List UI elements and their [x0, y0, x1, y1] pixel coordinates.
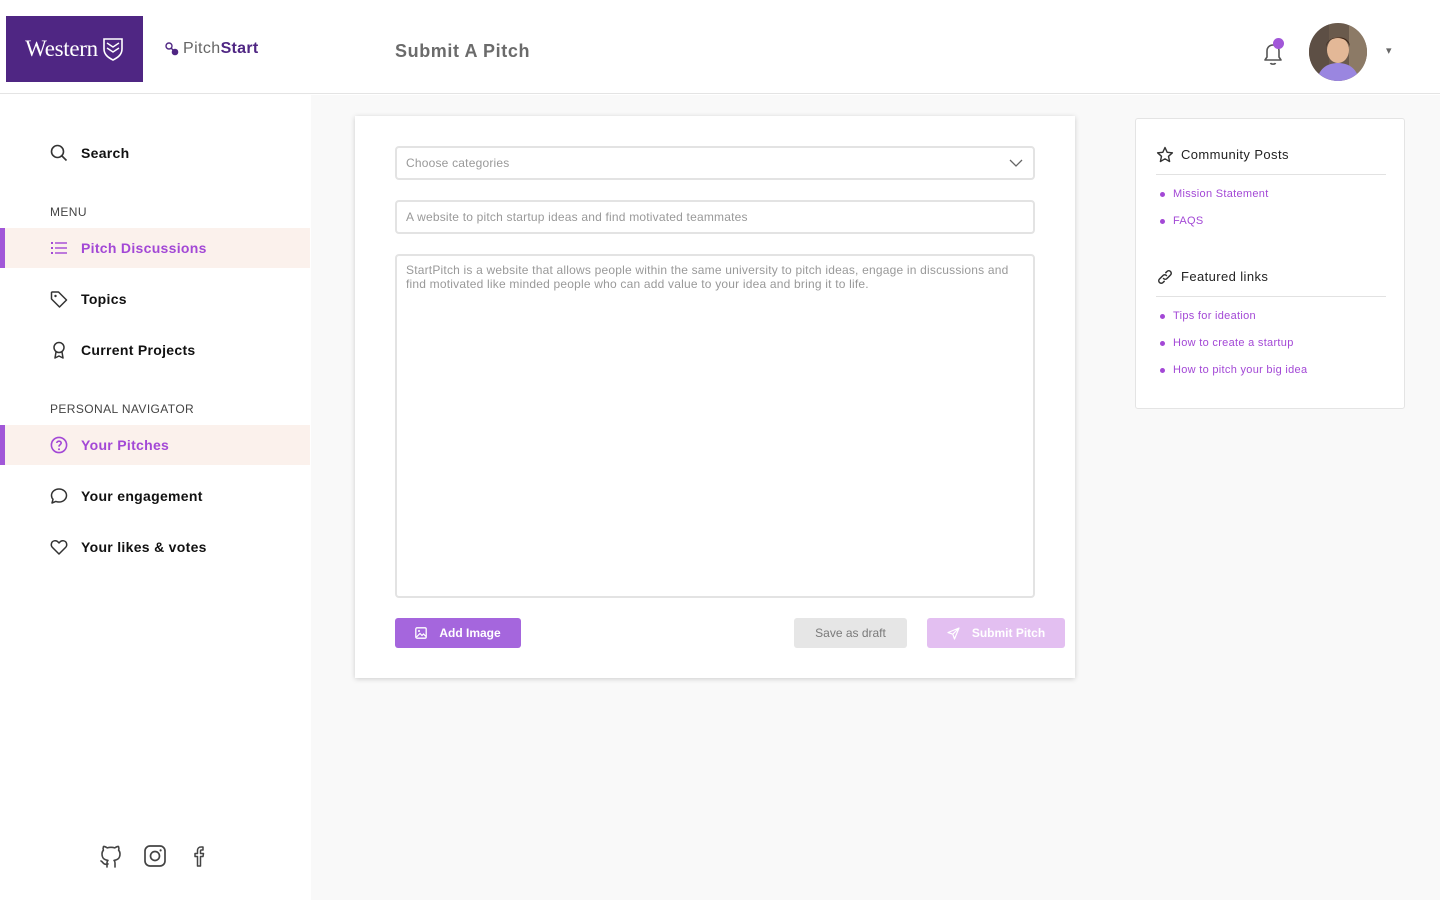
question-circle-icon [50, 436, 68, 454]
link-label: How to create a startup [1173, 337, 1294, 349]
facebook-link[interactable] [188, 844, 212, 870]
sidebar-item-label: Your engagement [81, 488, 203, 504]
featured-links-title: Featured links [1181, 269, 1269, 284]
award-icon [53, 341, 65, 359]
heart-icon [50, 539, 68, 555]
sidebar-item-current-projects[interactable]: Current Projects [0, 330, 310, 370]
submit-pitch-button[interactable]: Submit Pitch [927, 618, 1065, 648]
top-header: Western Pitch Start Submit A Pitch ▾ [0, 0, 1440, 94]
community-posts-heading: Community Posts [1156, 143, 1386, 175]
sidebar-item-your-pitches[interactable]: Your Pitches [0, 425, 310, 465]
tag-icon [50, 291, 68, 308]
community-link-mission-statement[interactable]: Mission Statement [1160, 188, 1269, 200]
link-label: Tips for ideation [1173, 310, 1256, 322]
personal-navigator-heading: PERSONAL NAVIGATOR [50, 402, 195, 416]
logo-wordmark: Western [25, 36, 98, 61]
user-photo [1309, 23, 1367, 81]
product-brand[interactable]: Pitch Start [165, 40, 259, 58]
brand-prefix: Pitch [183, 40, 221, 57]
menu-heading: MENU [50, 205, 87, 219]
category-select[interactable]: Choose categories [395, 146, 1035, 180]
western-logo[interactable]: Western [6, 16, 143, 82]
notification-badge [1273, 38, 1284, 49]
sidebar-item-your-likes-votes[interactable]: Your likes & votes [0, 527, 310, 567]
sidebar-item-topics[interactable]: Topics [0, 279, 310, 319]
github-icon [100, 845, 121, 868]
facebook-icon [194, 846, 205, 867]
featured-link-tips-for-ideation[interactable]: Tips for ideation [1160, 310, 1256, 322]
star-icon [1156, 146, 1174, 162]
sidebar-item-pitch-discussions[interactable]: Pitch Discussions [0, 228, 310, 268]
pitch-description-textarea[interactable]: StartPitch is a website that allows peop… [395, 254, 1035, 598]
add-image-label: Add Image [439, 626, 501, 640]
save-draft-button[interactable]: Save as draft [794, 618, 907, 648]
featured-links-heading: Featured links [1156, 265, 1386, 297]
crest-icon [103, 38, 123, 61]
link-icon [1158, 269, 1172, 284]
chevron-down-icon [1009, 159, 1023, 167]
sidebar-right-panel: Community Posts Mission Statement FAQS F… [1135, 118, 1405, 409]
sidebar-item-label: Topics [81, 291, 127, 307]
featured-link-pitch-big-idea[interactable]: How to pitch your big idea [1160, 364, 1307, 376]
submit-pitch-label: Submit Pitch [971, 626, 1046, 640]
sidebar-item-search[interactable]: Search [0, 133, 310, 173]
user-menu-caret[interactable]: ▾ [1386, 44, 1392, 57]
pitchstart-logo-icon [165, 42, 179, 56]
link-label: How to pitch your big idea [1173, 364, 1308, 376]
search-icon [50, 144, 68, 162]
category-select-placeholder: Choose categories [406, 156, 510, 170]
avatar[interactable] [1309, 23, 1367, 81]
brand-suffix: Start [220, 40, 259, 57]
sidebar-item-label: Pitch Discussions [81, 240, 207, 256]
community-posts-title: Community Posts [1181, 147, 1289, 162]
page-title: Submit A Pitch [395, 41, 531, 61]
chat-bubble-icon [50, 488, 68, 504]
featured-link-create-startup[interactable]: How to create a startup [1160, 337, 1294, 349]
send-icon [947, 626, 960, 640]
add-image-button[interactable]: Add Image [395, 618, 521, 648]
sidebar: Search MENU Pitch Discussions Topics Cur… [0, 95, 311, 900]
notifications-button[interactable] [1259, 38, 1287, 68]
pitch-title-input[interactable]: A website to pitch startup ideas and fin… [395, 200, 1035, 234]
link-label: Mission Statement [1173, 188, 1269, 200]
sidebar-item-label: Search [81, 145, 130, 161]
pitch-form-card: Choose categories A website to pitch sta… [355, 116, 1075, 678]
sidebar-item-your-engagement[interactable]: Your engagement [0, 476, 310, 516]
instagram-link[interactable] [143, 844, 167, 870]
image-icon [415, 627, 428, 639]
sidebar-item-label: Current Projects [81, 342, 196, 358]
community-link-faqs[interactable]: FAQS [1160, 215, 1204, 227]
github-link[interactable] [99, 843, 123, 869]
sidebar-item-label: Your Pitches [81, 437, 170, 453]
instagram-icon [144, 845, 166, 867]
list-icon [51, 242, 67, 254]
sidebar-item-label: Your likes & votes [81, 539, 207, 555]
link-label: FAQS [1173, 215, 1204, 227]
